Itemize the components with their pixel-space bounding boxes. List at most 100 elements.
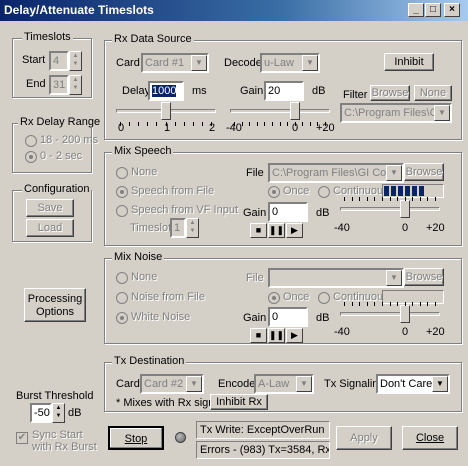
decode-select[interactable]: u-Law ▼: [260, 53, 320, 73]
noise-from-file-radio[interactable]: [116, 292, 128, 304]
sync-start-line2: with Rx Burst: [32, 441, 97, 453]
chevron-down-icon: ▼: [302, 55, 318, 71]
noise-gain-slider-ticks: [340, 302, 440, 307]
pause-icon: ❚❚: [269, 330, 285, 340]
noise-file-select[interactable]: ▼: [268, 268, 404, 288]
speech-file-select[interactable]: C:\Program Files\GI Communi ▼: [268, 163, 404, 183]
speech-once-radio[interactable]: [268, 186, 280, 198]
decode-value: u-Law: [264, 57, 294, 69]
chevron-down-icon: ▼: [191, 55, 207, 71]
filter-none-button[interactable]: None: [414, 85, 452, 101]
decode-label: Decode: [224, 57, 262, 69]
noise-gain-tick-zero: 0: [402, 326, 409, 338]
speech-none-label: None: [131, 166, 158, 178]
rx-gain-label: Gain: [240, 85, 264, 97]
burst-threshold-input[interactable]: -50: [30, 403, 52, 423]
noise-pause-button[interactable]: ❚❚: [268, 328, 285, 343]
delay-slider-thumb[interactable]: [161, 102, 171, 120]
noise-gain-slider[interactable]: [340, 302, 440, 337]
speech-gain-slider-ticks: [340, 197, 440, 202]
rx-card-select[interactable]: Card #1 ▼: [141, 53, 209, 73]
speech-play-button[interactable]: ▶: [286, 223, 303, 238]
chevron-down-icon: ▼: [434, 105, 450, 121]
stop-button-label: Stop: [124, 433, 148, 445]
speech-gain-slider[interactable]: [340, 197, 440, 232]
delay-range-0-2-radio[interactable]: [25, 151, 37, 163]
chevron-down-icon: ▼: [386, 270, 402, 286]
filter-path-select[interactable]: C:\Program Files\GI Co ▼: [340, 103, 452, 123]
noise-continuous-radio[interactable]: [318, 292, 330, 304]
noise-gain-slider-thumb[interactable]: [400, 305, 410, 323]
speech-gain-slider-thumb[interactable]: [400, 200, 410, 218]
end-spinner[interactable]: ▲ ▼: [69, 75, 82, 95]
speech-gain-unit: dB: [316, 207, 330, 219]
inhibit-button[interactable]: Inhibit: [384, 53, 434, 71]
delay-input[interactable]: 1000: [148, 81, 184, 101]
speech-gain-tick-max: +20: [426, 222, 445, 234]
rx-gain-slider[interactable]: [230, 102, 330, 134]
noise-browse-button[interactable]: Browse: [404, 268, 444, 286]
speech-continuous-radio[interactable]: [318, 186, 330, 198]
play-icon: ▶: [291, 330, 298, 340]
filter-browse-button[interactable]: Browse: [370, 85, 410, 101]
tx-card-value: Card #2: [144, 378, 184, 390]
window-title: Delay/Attenuate Timeslots: [4, 3, 154, 17]
speech-from-vf-radio[interactable]: [116, 205, 128, 217]
tx-signaling-select[interactable]: Don't Care ▼: [376, 374, 450, 394]
pause-icon: ❚❚: [269, 225, 285, 235]
speech-timeslot-spinner[interactable]: ▲ ▼: [186, 218, 199, 238]
start-spinner[interactable]: ▲ ▼: [69, 51, 82, 71]
noise-gain-tick-min: -40: [334, 326, 350, 338]
save-button[interactable]: Save: [26, 199, 74, 217]
speech-gain-input[interactable]: 0: [268, 202, 308, 222]
speech-browse-button[interactable]: Browse: [404, 163, 444, 181]
stop-icon: ■: [255, 330, 262, 340]
close-window-button[interactable]: ×: [444, 3, 460, 17]
tx-destination-label: Tx Destination: [112, 355, 187, 367]
encode-select[interactable]: A-Law ▼: [254, 374, 314, 394]
title-bar: Delay/Attenuate Timeslots: [0, 0, 468, 21]
rx-gain-input[interactable]: 20: [264, 81, 304, 101]
delay-range-18-200-radio[interactable]: [25, 135, 37, 147]
noise-once-radio[interactable]: [268, 292, 280, 304]
delay-range-18-200-label: 18 - 200 ms: [40, 134, 99, 146]
delay-tick-1: 1: [164, 122, 171, 134]
noise-none-radio[interactable]: [116, 272, 128, 284]
stop-button[interactable]: Stop: [108, 426, 164, 450]
tx-card-select[interactable]: Card #2 ▼: [140, 374, 204, 394]
delay-tick-2: 2: [209, 122, 216, 134]
speech-none-radio[interactable]: [116, 167, 128, 179]
rx-data-source-label: Rx Data Source: [112, 33, 194, 45]
load-button[interactable]: Load: [26, 219, 74, 237]
sync-start-checkbox[interactable]: ✔: [16, 432, 28, 444]
inhibit-rx-button[interactable]: Inhibit Rx: [210, 394, 268, 410]
rx-gain-tick-zero: 0: [292, 122, 299, 134]
end-input[interactable]: 31: [49, 75, 69, 95]
status-text-2: Errors - (983) Tx=3584, Rx=5: [196, 441, 330, 459]
noise-gain-input[interactable]: 0: [268, 307, 308, 327]
speech-stop-button[interactable]: ■: [250, 223, 267, 238]
start-input[interactable]: 4: [49, 51, 69, 71]
speech-pause-button[interactable]: ❚❚: [268, 223, 285, 238]
speech-from-vf-label: Speech from VF Input: [131, 204, 238, 216]
speech-progress-bar: [382, 184, 444, 198]
close-button[interactable]: Close: [402, 426, 458, 450]
speech-from-file-radio[interactable]: [116, 186, 128, 198]
noise-once-label: Once: [283, 291, 310, 303]
rx-gain-slider-thumb[interactable]: [290, 102, 300, 120]
tx-signaling-value: Don't Care: [380, 378, 433, 390]
speech-from-file-label: Speech from File: [131, 185, 215, 197]
burst-threshold-label: Burst Threshold: [16, 390, 94, 402]
processing-options-button[interactable]: Processing Options: [24, 288, 86, 322]
noise-gain-unit: dB: [316, 312, 330, 324]
chevron-down-icon: ▼: [296, 376, 312, 392]
speech-timeslot-input[interactable]: 1: [170, 218, 186, 238]
apply-button[interactable]: Apply: [336, 426, 392, 450]
minimize-button[interactable]: _: [408, 3, 424, 17]
white-noise-radio[interactable]: [116, 312, 128, 324]
noise-stop-button[interactable]: ■: [250, 328, 267, 343]
rx-card-value: Card #1: [145, 57, 185, 69]
maximize-button[interactable]: □: [425, 3, 441, 17]
noise-play-button[interactable]: ▶: [286, 328, 303, 343]
burst-threshold-spinner[interactable]: ▲ ▼: [52, 403, 65, 423]
